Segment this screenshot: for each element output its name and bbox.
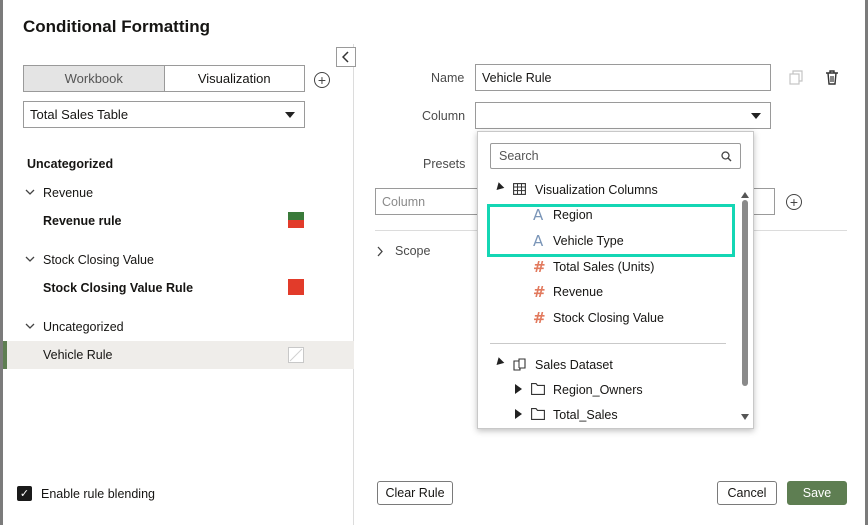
selection-indicator <box>3 341 7 369</box>
rule-color-swatch[interactable] <box>288 212 304 228</box>
clear-rule-button[interactable]: Clear Rule <box>377 481 453 505</box>
tab-visualization[interactable]: Visualization <box>164 66 304 91</box>
rule-blending-checkbox[interactable]: ✓ <box>17 486 32 501</box>
expand-down-icon[interactable] <box>493 357 505 368</box>
add-condition-icon[interactable]: + <box>786 194 802 210</box>
cancel-button[interactable]: Cancel <box>717 481 777 505</box>
rule-revenue[interactable]: Revenue rule <box>43 214 122 228</box>
duplicate-icon[interactable] <box>789 70 803 85</box>
group-header-uncategorized: Uncategorized <box>27 157 114 171</box>
chevron-down-icon[interactable] <box>25 322 35 330</box>
column-option[interactable]: Total Sales (Units) <box>553 260 654 274</box>
group-revenue[interactable]: Revenue <box>43 186 93 200</box>
condition-column-placeholder: Column <box>382 194 426 209</box>
column-option[interactable]: Stock Closing Value <box>553 311 664 325</box>
conditional-formatting-dialog: Conditional Formatting Workbook Visualiz… <box>3 0 865 525</box>
scope-segmented-control: Workbook Visualization <box>23 65 305 92</box>
presets-label: Presets <box>423 157 466 171</box>
measure-icon: # <box>533 258 546 276</box>
dropdown-scrollbar[interactable] <box>740 192 750 424</box>
search-placeholder: Search <box>499 149 539 163</box>
column-search-input[interactable]: Search <box>490 143 741 169</box>
expand-down-icon[interactable] <box>493 182 505 193</box>
empty-color-swatch[interactable] <box>288 347 304 363</box>
expand-right-icon[interactable] <box>515 409 522 419</box>
tab-workbook[interactable]: Workbook <box>24 66 165 91</box>
name-label: Name <box>431 71 465 85</box>
folder-icon <box>531 408 545 420</box>
table-icon <box>513 183 526 195</box>
rule-blending-label: Enable rule blending <box>41 487 155 501</box>
caret-down-icon <box>751 112 761 119</box>
dropdown-separator <box>490 343 726 344</box>
expand-right-icon[interactable] <box>515 384 522 394</box>
scrollbar-thumb[interactable] <box>742 200 748 386</box>
scroll-down-icon[interactable] <box>741 414 749 420</box>
chevron-down-icon[interactable] <box>25 188 35 196</box>
dialog-title: Conditional Formatting <box>23 17 210 36</box>
collapse-pane-button[interactable] <box>336 47 356 67</box>
column-option[interactable]: Revenue <box>553 285 603 299</box>
highlight-box <box>487 204 735 257</box>
column-dropdown-panel: Search Visualization Columns A Region A … <box>477 131 754 429</box>
scroll-up-icon[interactable] <box>741 192 749 198</box>
dataset-folder[interactable]: Region_Owners <box>553 383 643 397</box>
rule-color-swatch[interactable] <box>288 279 304 295</box>
save-button[interactable]: Save <box>787 481 847 505</box>
dataset-folder[interactable]: Total_Sales <box>553 408 618 422</box>
no-color-icon <box>289 348 303 362</box>
table-select[interactable]: Total Sales Table <box>23 101 305 128</box>
scope-toggle[interactable]: Scope <box>395 244 430 258</box>
dataset-icon <box>513 358 526 371</box>
caret-down-icon <box>285 111 295 118</box>
rule-name-input[interactable]: Vehicle Rule <box>475 64 771 91</box>
folder-icon <box>531 383 545 395</box>
rule-stock-closing-value[interactable]: Stock Closing Value Rule <box>43 281 193 295</box>
chevron-right-icon[interactable] <box>376 246 384 257</box>
table-select-value: Total Sales Table <box>30 107 129 122</box>
measure-icon: # <box>533 283 546 301</box>
viz-columns-group[interactable]: Visualization Columns <box>535 183 658 197</box>
search-icon <box>721 151 732 162</box>
add-rule-icon[interactable]: + <box>314 72 330 88</box>
group-uncategorized[interactable]: Uncategorized <box>43 320 124 334</box>
rule-vehicle[interactable]: Vehicle Rule <box>43 348 113 362</box>
chevron-left-icon <box>342 51 349 63</box>
group-stock-closing-value[interactable]: Stock Closing Value <box>43 253 154 267</box>
chevron-down-icon[interactable] <box>25 255 35 263</box>
trash-icon[interactable] <box>825 70 839 85</box>
dataset-group[interactable]: Sales Dataset <box>535 358 613 372</box>
column-select[interactable] <box>475 102 771 129</box>
measure-icon: # <box>533 309 546 327</box>
column-label: Column <box>422 109 466 123</box>
